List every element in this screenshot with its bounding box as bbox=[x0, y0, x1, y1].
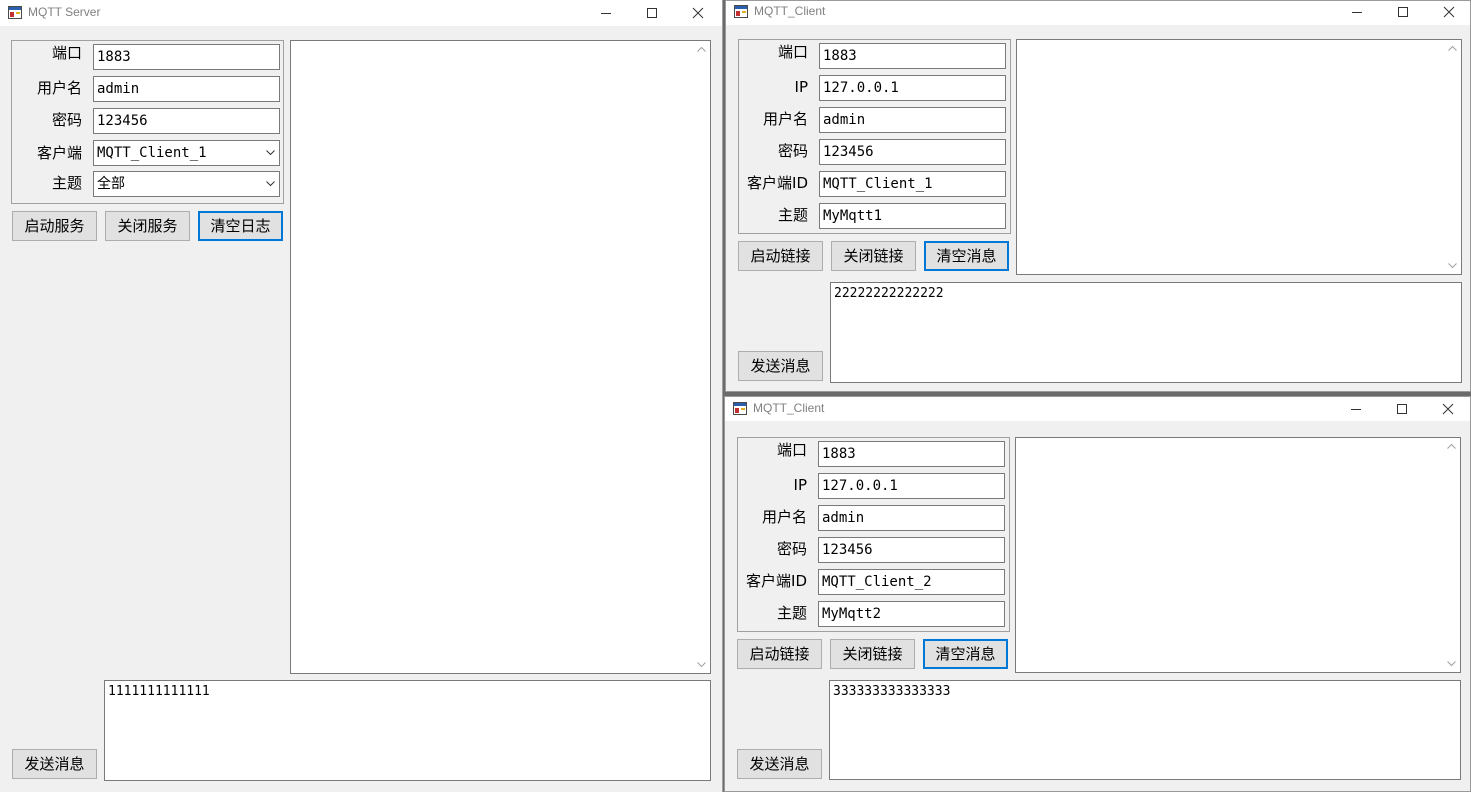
scroll-down-icon[interactable] bbox=[697, 662, 706, 668]
client1-message-text: 22222222222222 bbox=[834, 286, 944, 301]
connect-button[interactable]: 启动链接 bbox=[737, 639, 822, 669]
close-icon bbox=[1443, 6, 1455, 18]
close-button[interactable] bbox=[1425, 397, 1470, 421]
topic-select-value: 全部 bbox=[97, 176, 125, 192]
port-input[interactable]: 1883 bbox=[819, 43, 1006, 69]
maximize-button[interactable] bbox=[1379, 397, 1425, 421]
password-label: 密码 bbox=[51, 111, 82, 129]
client-id-label: 客户端ID bbox=[746, 572, 807, 590]
window-title: MQTT_Client bbox=[754, 4, 826, 18]
close-button[interactable] bbox=[1426, 1, 1470, 25]
client2-titlebar[interactable]: MQTT_Client bbox=[725, 397, 1470, 421]
port-input[interactable]: 1883 bbox=[93, 44, 280, 70]
client1-log-textarea[interactable] bbox=[1016, 39, 1462, 275]
client2-message-text: 333333333333333 bbox=[833, 684, 951, 699]
server-titlebar[interactable]: MQTT Server bbox=[0, 0, 722, 26]
client-label: 客户端 bbox=[36, 144, 82, 162]
client-select-value: MQTT_Client_1 bbox=[97, 145, 207, 161]
username-input[interactable]: admin bbox=[818, 505, 1005, 531]
port-label: 端口 bbox=[777, 43, 808, 61]
close-icon bbox=[692, 7, 704, 19]
port-label: 端口 bbox=[51, 44, 82, 62]
client2-log-textarea[interactable] bbox=[1015, 437, 1461, 673]
topic-label: 主题 bbox=[776, 604, 807, 622]
username-input[interactable]: admin bbox=[93, 76, 280, 102]
server-message-text: 1111111111111 bbox=[108, 684, 210, 699]
client-id-input[interactable]: MQTT_Client_2 bbox=[818, 569, 1005, 595]
close-button[interactable] bbox=[675, 0, 721, 26]
maximize-button[interactable] bbox=[629, 0, 675, 26]
close-icon bbox=[1442, 403, 1454, 415]
topic-label: 主题 bbox=[777, 206, 808, 224]
log-scrollbar[interactable] bbox=[1443, 438, 1460, 672]
chevron-down-icon bbox=[266, 150, 275, 156]
password-input[interactable]: 123456 bbox=[93, 108, 280, 134]
log-scrollbar[interactable] bbox=[1444, 40, 1461, 274]
send-message-button[interactable]: 发送消息 bbox=[738, 351, 823, 381]
client1-window: MQTT_Client 端口 1883 IP 127.0.0.1 用户名 adm… bbox=[725, 0, 1471, 392]
server-window: MQTT Server 端口 1883 用户名 admin 密码 123456 … bbox=[0, 0, 723, 792]
chevron-down-icon bbox=[266, 181, 275, 187]
minimize-icon bbox=[601, 13, 611, 14]
clear-log-button[interactable]: 清空日志 bbox=[198, 211, 283, 241]
clear-messages-button[interactable]: 清空消息 bbox=[923, 639, 1008, 669]
topic-select[interactable]: 全部 bbox=[93, 171, 280, 197]
client-select[interactable]: MQTT_Client_1 bbox=[93, 140, 280, 166]
minimize-button[interactable] bbox=[1333, 397, 1379, 421]
maximize-button[interactable] bbox=[1380, 1, 1426, 25]
send-message-button[interactable]: 发送消息 bbox=[737, 749, 822, 779]
password-label: 密码 bbox=[777, 142, 808, 160]
clear-messages-button[interactable]: 清空消息 bbox=[924, 241, 1009, 271]
client2-message-input[interactable]: 333333333333333 bbox=[829, 680, 1461, 780]
ip-input[interactable]: 127.0.0.1 bbox=[818, 473, 1005, 499]
client1-message-input[interactable]: 22222222222222 bbox=[830, 282, 1462, 383]
server-message-input[interactable]: 1111111111111 bbox=[104, 680, 711, 781]
app-icon bbox=[734, 5, 748, 18]
topic-label: 主题 bbox=[51, 174, 82, 192]
scroll-up-icon[interactable] bbox=[1447, 443, 1456, 449]
username-label: 用户名 bbox=[761, 508, 807, 526]
send-message-button[interactable]: 发送消息 bbox=[12, 749, 97, 779]
port-label: 端口 bbox=[776, 441, 807, 459]
topic-input[interactable]: MyMqtt2 bbox=[818, 601, 1005, 627]
minimize-icon bbox=[1352, 12, 1362, 13]
server-log-textarea[interactable] bbox=[290, 40, 711, 674]
username-label: 用户名 bbox=[36, 79, 82, 97]
password-input[interactable]: 123456 bbox=[818, 537, 1005, 563]
window-title: MQTT Server bbox=[28, 5, 101, 19]
username-input[interactable]: admin bbox=[819, 107, 1006, 133]
connect-button[interactable]: 启动链接 bbox=[738, 241, 823, 271]
stop-service-button[interactable]: 关闭服务 bbox=[105, 211, 190, 241]
minimize-button[interactable] bbox=[583, 0, 629, 26]
app-icon bbox=[733, 402, 747, 415]
disconnect-button[interactable]: 关闭链接 bbox=[830, 639, 915, 669]
username-label: 用户名 bbox=[762, 110, 808, 128]
client-id-label: 客户端ID bbox=[747, 174, 808, 192]
client-id-input[interactable]: MQTT_Client_1 bbox=[819, 171, 1006, 197]
topic-input[interactable]: MyMqtt1 bbox=[819, 203, 1006, 229]
ip-label: IP bbox=[794, 78, 808, 96]
ip-label: IP bbox=[793, 476, 807, 494]
maximize-icon bbox=[1397, 404, 1407, 414]
disconnect-button[interactable]: 关闭链接 bbox=[831, 241, 916, 271]
ip-input[interactable]: 127.0.0.1 bbox=[819, 75, 1006, 101]
log-scrollbar[interactable] bbox=[693, 41, 710, 673]
scroll-up-icon[interactable] bbox=[697, 46, 706, 52]
client2-window: MQTT_Client 端口 1883 IP 127.0.0.1 用户名 adm… bbox=[724, 396, 1471, 792]
maximize-icon bbox=[1398, 7, 1408, 17]
password-input[interactable]: 123456 bbox=[819, 139, 1006, 165]
app-icon bbox=[8, 6, 22, 19]
scroll-down-icon[interactable] bbox=[1448, 263, 1457, 269]
client1-titlebar[interactable]: MQTT_Client bbox=[726, 1, 1470, 25]
port-input[interactable]: 1883 bbox=[818, 441, 1005, 467]
maximize-icon bbox=[647, 8, 657, 18]
minimize-icon bbox=[1351, 409, 1361, 410]
password-label: 密码 bbox=[776, 540, 807, 558]
start-service-button[interactable]: 启动服务 bbox=[12, 211, 97, 241]
window-title: MQTT_Client bbox=[753, 401, 825, 415]
scroll-up-icon[interactable] bbox=[1448, 45, 1457, 51]
minimize-button[interactable] bbox=[1334, 1, 1380, 25]
scroll-down-icon[interactable] bbox=[1447, 661, 1456, 667]
